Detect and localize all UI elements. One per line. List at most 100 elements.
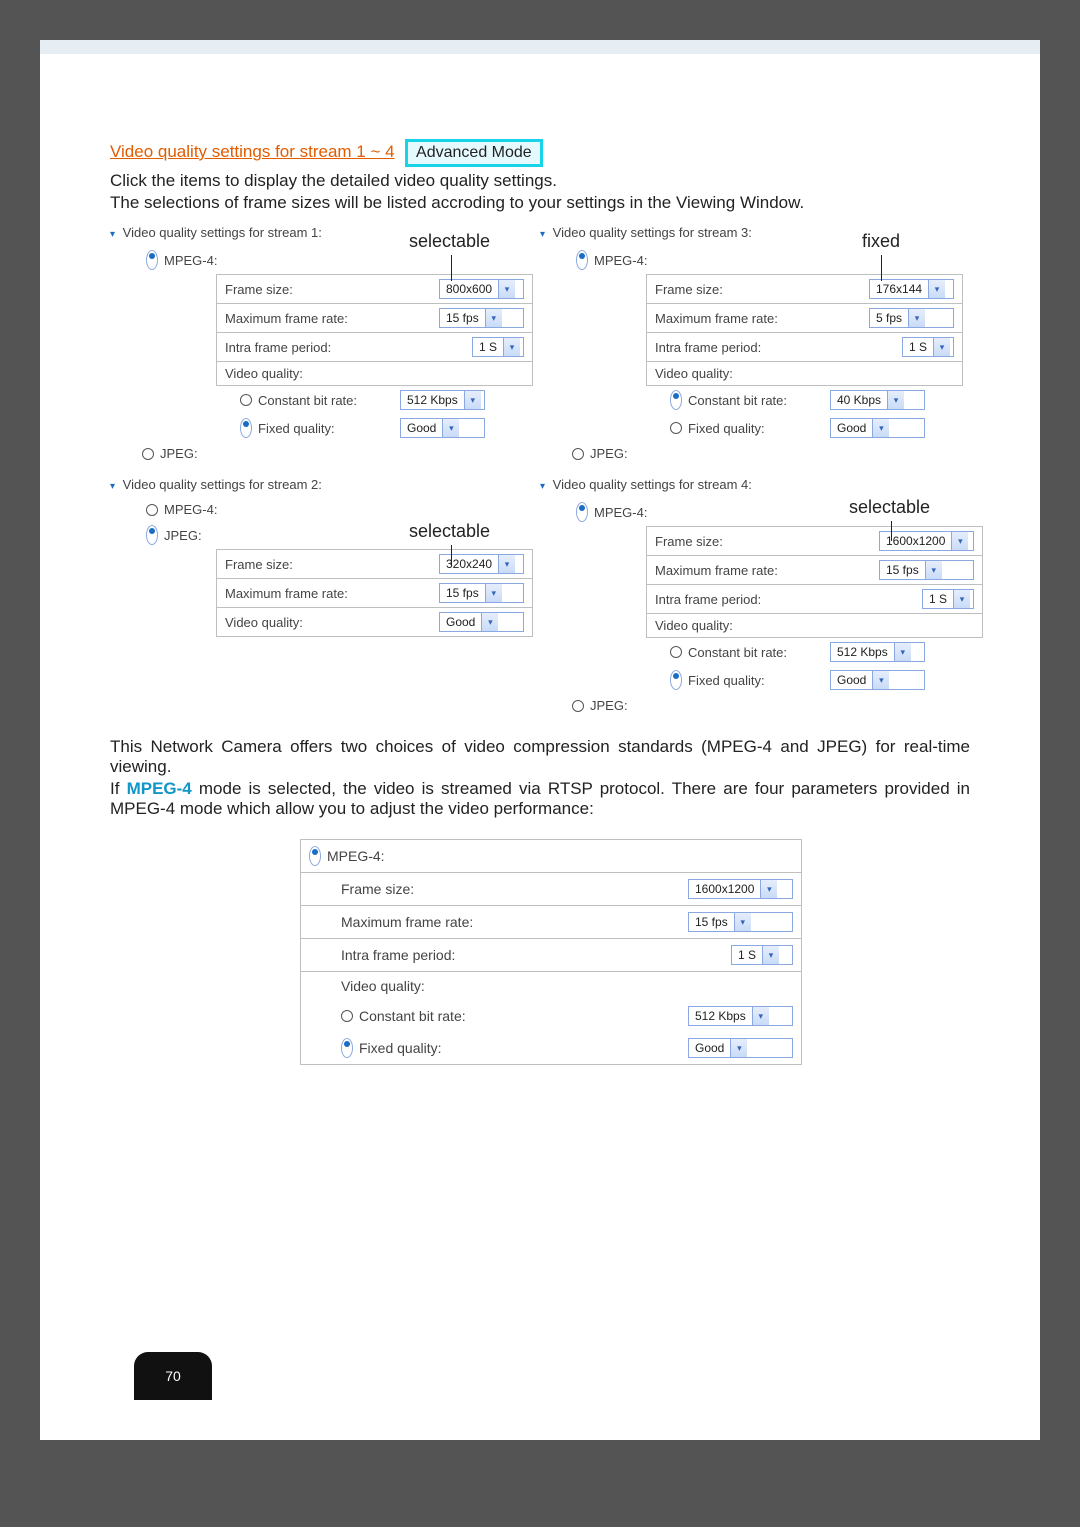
chevron-down-icon: ▾ — [498, 555, 515, 573]
max-frame-rate-label: Maximum frame rate: — [309, 914, 688, 930]
frame-size-select-s3[interactable]: 176x144▾ — [869, 279, 954, 299]
chevron-down-icon: ▾ — [752, 1007, 769, 1025]
radio-mpeg4-label: MPEG-4: — [164, 253, 217, 268]
radio-mpeg4-s2[interactable] — [146, 504, 158, 516]
stream4-settings: Frame size: 1600x1200▾ Maximum frame rat… — [646, 526, 983, 638]
video-quality-label: Video quality: — [655, 618, 974, 633]
max-frame-rate-select-s2[interactable]: 15 fps▾ — [439, 583, 524, 603]
cbr-select-s4[interactable]: 512 Kbps▾ — [830, 642, 925, 662]
max-frame-rate-label: Maximum frame rate: — [225, 586, 439, 601]
radio-mpeg4-s4[interactable] — [576, 502, 588, 522]
frame-size-label: Frame size: — [655, 282, 869, 297]
radio-fq-detail[interactable] — [341, 1038, 353, 1058]
chevron-down-icon: ▾ — [110, 481, 115, 492]
stream2-settings: Frame size: 320x240▾ Maximum frame rate: — [216, 549, 533, 637]
chevron-down-icon: ▾ — [760, 880, 777, 898]
annot-line-s2 — [451, 545, 452, 565]
chevron-down-icon: ▾ — [887, 391, 904, 409]
frame-size-label: Frame size: — [225, 557, 439, 572]
radio-fq-s1[interactable] — [240, 418, 252, 438]
radio-cbr-detail[interactable] — [341, 1010, 353, 1022]
frame-size-select-s1[interactable]: 800x600▾ — [439, 279, 524, 299]
max-frame-rate-select-s3[interactable]: 5 fps▾ — [869, 308, 954, 328]
chevron-down-icon: ▾ — [872, 419, 889, 437]
video-quality-label: Video quality: — [655, 366, 954, 381]
radio-jpeg-label: JPEG: — [590, 698, 628, 713]
chevron-down-icon: ▾ — [953, 590, 970, 608]
max-frame-rate-select-detail[interactable]: 15 fps▾ — [688, 912, 793, 932]
max-frame-rate-select-s1[interactable]: 15 fps▾ — [439, 308, 524, 328]
section-title-link[interactable]: Video quality settings for stream 1 ~ 4 — [110, 142, 395, 161]
annot-line-s4 — [891, 521, 892, 541]
intra-period-select-detail[interactable]: 1 S▾ — [731, 945, 793, 965]
chevron-down-icon: ▾ — [464, 391, 481, 409]
max-frame-rate-label: Maximum frame rate: — [655, 563, 879, 578]
intra-period-select-s1[interactable]: 1 S▾ — [472, 337, 524, 357]
stream2-heading[interactable]: ▾ Video quality settings for stream 2: — [110, 477, 532, 492]
vq-select-s2[interactable]: Good▾ — [439, 612, 524, 632]
fq-select-s4[interactable]: Good▾ — [830, 670, 925, 690]
paragraph-1: This Network Camera offers two choices o… — [110, 737, 970, 777]
annot-selectable-s4: selectable — [849, 497, 930, 518]
fq-select-s1[interactable]: Good▾ — [400, 418, 485, 438]
frame-size-select-detail[interactable]: 1600x1200▾ — [688, 879, 793, 899]
radio-cbr-s3[interactable] — [670, 390, 682, 410]
cbr-select-detail[interactable]: 512 Kbps▾ — [688, 1006, 793, 1026]
chevron-down-icon: ▾ — [442, 419, 459, 437]
chevron-down-icon: ▾ — [908, 309, 925, 327]
chevron-down-icon: ▾ — [540, 229, 545, 240]
max-frame-rate-label: Maximum frame rate: — [655, 311, 869, 326]
radio-jpeg-s3[interactable] — [572, 448, 584, 460]
video-quality-label: Video quality: — [309, 978, 793, 994]
radio-jpeg-s4[interactable] — [572, 700, 584, 712]
radio-mpeg4-s3[interactable] — [576, 250, 588, 270]
radio-mpeg4-s1[interactable] — [146, 250, 158, 270]
chevron-down-icon: ▾ — [498, 280, 515, 298]
intra-period-label: Intra frame period: — [309, 947, 731, 963]
chevron-down-icon: ▾ — [540, 481, 545, 492]
radio-jpeg-label: JPEG: — [164, 528, 202, 543]
chevron-down-icon: ▾ — [925, 561, 942, 579]
radio-jpeg-s2[interactable] — [146, 525, 158, 545]
mpeg4-highlight: MPEG-4 — [127, 779, 192, 798]
annot-fixed-s3: fixed — [862, 231, 900, 252]
badge-advanced-mode: Advanced Mode — [405, 139, 543, 167]
chevron-down-icon: ▾ — [730, 1039, 747, 1057]
radio-jpeg-s1[interactable] — [142, 448, 154, 460]
intra-period-select-s3[interactable]: 1 S▾ — [902, 337, 954, 357]
chevron-down-icon: ▾ — [485, 309, 502, 327]
mpeg4-detail-panel: MPEG-4: Frame size: 1600x1200▾ Maximum f… — [300, 839, 802, 1065]
chevron-down-icon: ▾ — [928, 280, 945, 298]
radio-cbr-s1[interactable] — [240, 394, 252, 406]
radio-mpeg4-label: MPEG-4: — [594, 505, 647, 520]
radio-fq-s4[interactable] — [670, 670, 682, 690]
max-frame-rate-select-s4[interactable]: 15 fps▾ — [879, 560, 974, 580]
radio-cbr-s4[interactable] — [670, 646, 682, 658]
radio-mpeg4-label: MPEG-4: — [594, 253, 647, 268]
fq-select-s3[interactable]: Good▾ — [830, 418, 925, 438]
frame-size-select-s4[interactable]: 1600x1200▾ — [879, 531, 974, 551]
frame-size-label: Frame size: — [655, 534, 879, 549]
chevron-down-icon: ▾ — [485, 584, 502, 602]
paragraph-2: If MPEG-4 mode is selected, the video is… — [110, 779, 970, 819]
fq-select-detail[interactable]: Good▾ — [688, 1038, 793, 1058]
max-frame-rate-label: Maximum frame rate: — [225, 311, 439, 326]
video-quality-label: Video quality: — [225, 615, 439, 630]
cbr-select-s3[interactable]: 40 Kbps▾ — [830, 390, 925, 410]
radio-jpeg-label: JPEG: — [160, 446, 198, 461]
chevron-down-icon: ▾ — [872, 671, 889, 689]
chevron-down-icon: ▾ — [933, 338, 950, 356]
intra-period-select-s4[interactable]: 1 S▾ — [922, 589, 974, 609]
cbr-select-s1[interactable]: 512 Kbps▾ — [400, 390, 485, 410]
radio-mpeg4-detail[interactable] — [309, 846, 321, 866]
intro-line-2: The selections of frame sizes will be li… — [110, 193, 970, 213]
intra-period-label: Intra frame period: — [655, 340, 902, 355]
radio-fq-s3[interactable] — [670, 422, 682, 434]
annot-line-s1 — [451, 255, 452, 281]
chevron-down-icon: ▾ — [110, 229, 115, 240]
stream4-heading[interactable]: ▾ Video quality settings for stream 4: — [540, 477, 962, 492]
chevron-down-icon: ▾ — [894, 643, 911, 661]
radio-mpeg4-label: MPEG-4: — [164, 502, 217, 517]
stream3-settings: Frame size: 176x144▾ Maximum frame rate: — [646, 274, 963, 386]
annot-selectable-s1: selectable — [409, 231, 490, 252]
